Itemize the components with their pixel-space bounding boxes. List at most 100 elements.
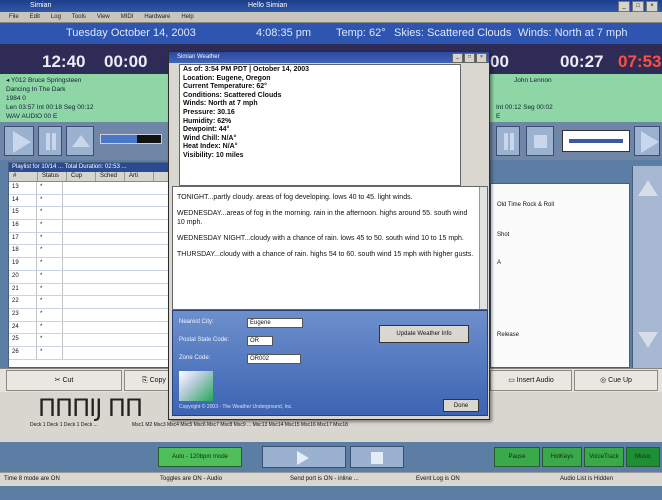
pause-mode-button[interactable]: Pause [494,447,540,467]
wx-visibility: Visibility: 10 miles [183,151,244,159]
wx-pressure: Pressure: 30.16 [183,108,235,116]
table-row[interactable]: 16 * [9,220,187,233]
table-row[interactable]: 17 * [9,232,187,246]
right-playlist: Old Time Rock & Roll Shot A Release [490,183,630,368]
right-level-meter [562,130,630,152]
scroll-down-icon[interactable] [638,332,658,348]
forecast-wednesday: WEDNESDAY...areas of fog in the morning.… [177,210,468,226]
right-pause-button[interactable] [496,126,520,156]
auto-mode-button[interactable]: Auto - 120bpm mode [158,447,242,467]
right-play-button[interactable] [634,126,660,156]
table-row[interactable]: 21 * [9,283,187,297]
right-stop-button[interactable] [526,126,554,156]
weather-dialog: Simian Weather _ □ × As of: 3:54 PM PDT … [168,51,490,420]
list-item[interactable]: A [497,260,501,266]
table-row[interactable]: 15 * [9,207,187,221]
status-skies: Skies: Scattered Clouds [394,27,512,39]
menu-log[interactable]: Log [51,14,61,20]
dialog-title: Simian Weather [177,54,220,60]
right-scrollbar[interactable] [632,166,662,368]
dialog-titlebar: Simian Weather _ □ × [169,52,489,63]
maximize-button[interactable]: □ [632,1,644,12]
close-button[interactable]: × [646,1,658,12]
menu-file[interactable]: File [9,14,19,20]
scroll-up-icon[interactable] [638,180,658,196]
simian-window: Simian Hello Simian _ □ × File Edit Log … [0,0,662,500]
update-weather-button[interactable]: Update Weather Info [379,325,469,343]
col-status[interactable]: Status [38,172,67,181]
copyright-text: Copyright © 2003 - The Weather Undergrou… [179,404,293,410]
left-play-button[interactable] [4,126,34,156]
row-status: * [37,194,63,207]
left-deck-format: WAV AUDIO 00 E [6,113,58,120]
done-button[interactable]: Done [443,399,479,412]
minimize-button[interactable]: _ [618,1,630,12]
table-row[interactable]: 22 * [9,296,187,309]
dialog-minimize-button[interactable]: _ [452,53,463,63]
playlist-grid: Playlist for 10/14 ... Total Duration: 0… [8,162,188,368]
table-row[interactable]: 13 * [9,182,187,195]
left-pause-button[interactable] [38,126,62,156]
wx-location: Location: Eugene, Oregon [183,74,271,82]
table-row[interactable]: 23 * [9,308,187,322]
status-line: Time 8 mode are ON Toggles are ON - Audi… [0,472,662,486]
voicetrack-button[interactable]: VoiceTrack [584,447,624,467]
row-number: 19 [9,258,37,270]
city-field[interactable]: Eugene [247,318,303,328]
list-item[interactable]: Release [497,332,519,338]
row-number: 20 [9,270,37,283]
footer-play-button[interactable] [262,446,346,468]
footer-stop-button[interactable] [350,446,404,468]
hotkey-glyphs[interactable]: ΠΠΠIJ ΠΠ [38,394,143,422]
left-eject-button[interactable] [66,126,94,156]
right-deck-info: John Lennon Int 00:12 Seg 00:02 E [496,76,656,121]
table-row[interactable]: 14 * [9,194,187,208]
col-sched[interactable]: Sched [96,172,125,181]
window-subtitle: Hello Simian [248,2,288,9]
state-label: Postal State Code: [179,337,230,343]
list-item[interactable]: Shot [497,232,509,238]
menu-midi[interactable]: MIDI [121,14,134,20]
row-number: 21 [9,283,37,296]
right-deck-artist: John Lennon [514,77,552,84]
menu-edit[interactable]: Edit [30,14,40,20]
menu-tools[interactable]: Tools [72,14,86,20]
cue-up-button[interactable]: ◎ Cue Up [574,370,658,391]
cut-button[interactable]: ✂ Cut [6,370,122,391]
table-row[interactable]: 19 * [9,258,187,271]
music-button[interactable]: Music [626,447,660,467]
table-row[interactable]: 18 * [9,245,187,259]
row-number: 22 [9,296,37,308]
col-artist[interactable]: Arti [125,172,154,181]
left-deck-artist: ◂ Y012 Bruce Springsteen [6,77,82,84]
insert-audio-button[interactable]: ▭ Insert Audio [490,370,572,391]
table-row[interactable]: 24 * [9,321,187,335]
dialog-maximize-button[interactable]: □ [464,53,475,63]
forecast-scrollbar[interactable] [479,187,487,309]
state-field[interactable]: OR [247,336,273,346]
list-item[interactable]: Old Time Rock & Roll [497,202,554,208]
row-status: * [37,346,63,359]
dialog-close-button[interactable]: × [476,53,487,63]
copy-icon: ⎘ [142,377,150,384]
table-row[interactable]: 20 * [9,270,187,284]
col-cup[interactable]: Cup [67,172,96,181]
menu-view[interactable]: View [97,14,110,20]
right-deck-time1: 00 [490,52,509,71]
cut-label: Cut [62,377,74,384]
menu-help[interactable]: Help [181,14,193,20]
table-row[interactable]: 26 * [9,346,187,360]
row-status: * [37,182,63,194]
hotkeys-button[interactable]: HotKeys [542,447,582,467]
play-icon [641,131,659,153]
zone-field[interactable]: OR002 [247,354,301,364]
table-row[interactable]: 25 * [9,334,187,347]
menu-hardware[interactable]: Hardware [144,14,170,20]
footer-controls: Auto - 120bpm mode Pause HotKeys VoiceTr… [0,442,662,472]
forecast-wednesday-night: WEDNESDAY NIGHT...cloudy with a chance o… [177,235,464,242]
col-number[interactable]: # [9,172,38,181]
row-number: 23 [9,308,37,321]
left-deck-time: 12:40 [42,52,86,71]
menubar: File Edit Log Tools View MIDI Hardware H… [0,12,662,23]
hotkey-deck-labels: Deck 1 Deck 1 Deck 1 Deck ... [30,422,98,428]
